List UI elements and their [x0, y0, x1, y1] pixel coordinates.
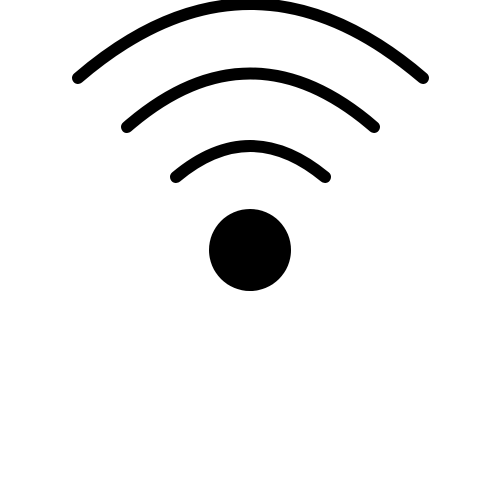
wifi-arc-outer: [72, 0, 429, 84]
wifi-arc-inner: [170, 140, 331, 183]
wifi-icon: [72, 0, 429, 291]
canvas: [0, 0, 500, 500]
wifi-dot: [209, 209, 291, 291]
wifi-arc-middle: [121, 67, 380, 133]
